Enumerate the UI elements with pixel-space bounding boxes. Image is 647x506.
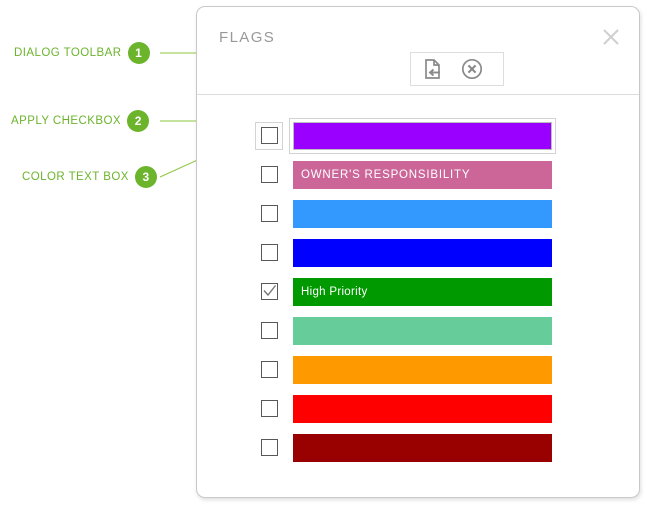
apply-checkbox-1[interactable] bbox=[260, 166, 278, 183]
apply-checkbox-7[interactable] bbox=[260, 400, 278, 417]
apply-checkbox-wrap bbox=[255, 317, 283, 345]
apply-checkbox-2[interactable] bbox=[260, 205, 278, 222]
color-text-box-8[interactable] bbox=[293, 433, 552, 462]
flag-row-1: OWNER'S RESPONSIBILITY bbox=[197, 155, 639, 194]
callout-dialog-toolbar: DIALOG TOOLBAR 1 bbox=[14, 42, 150, 64]
flag-row-6 bbox=[197, 350, 639, 389]
apply-checkbox-wrap bbox=[255, 161, 283, 189]
flag-row-3 bbox=[197, 233, 639, 272]
dialog-title: FLAGS bbox=[219, 29, 276, 46]
color-text-box-7[interactable] bbox=[293, 394, 552, 423]
apply-checkbox-wrap bbox=[255, 121, 283, 150]
flag-row-5 bbox=[197, 311, 639, 350]
apply-checkbox-4[interactable] bbox=[260, 283, 278, 300]
color-text-box-6[interactable] bbox=[293, 355, 552, 384]
apply-checkbox-wrap bbox=[255, 434, 283, 462]
apply-checkbox-wrap bbox=[255, 200, 283, 228]
color-text-box-4[interactable]: High Priority bbox=[293, 277, 552, 306]
color-text-box-0[interactable] bbox=[289, 117, 556, 154]
callout-color-text-box: COLOR TEXT BOX 3 bbox=[22, 166, 157, 188]
apply-checkbox-wrap bbox=[255, 356, 283, 384]
callout-number-badge: 1 bbox=[127, 42, 150, 64]
color-text-box-label: OWNER'S RESPONSIBILITY bbox=[301, 168, 471, 181]
apply-checkbox-8[interactable] bbox=[260, 439, 278, 456]
apply-checkbox-6[interactable] bbox=[260, 361, 278, 378]
apply-checkbox-wrap bbox=[255, 395, 283, 423]
callout-number-badge: 3 bbox=[134, 166, 157, 188]
flags-dialog: FLAGS OWNER'S RESPONSIBILITY High Priori… bbox=[196, 6, 640, 498]
flag-row-2 bbox=[197, 194, 639, 233]
apply-checkbox-3[interactable] bbox=[260, 244, 278, 261]
flag-list: OWNER'S RESPONSIBILITY High Priority bbox=[197, 95, 639, 467]
color-text-box-label: High Priority bbox=[301, 285, 368, 298]
flag-row-0 bbox=[197, 116, 639, 155]
apply-flag-icon[interactable] bbox=[419, 56, 445, 82]
apply-checkbox-5[interactable] bbox=[260, 322, 278, 339]
callout-label: COLOR TEXT BOX bbox=[22, 171, 129, 183]
color-text-box-3[interactable] bbox=[293, 238, 552, 267]
apply-checkbox-0[interactable] bbox=[260, 127, 278, 144]
callout-number-badge: 2 bbox=[127, 110, 150, 132]
flag-row-8 bbox=[197, 428, 639, 467]
apply-checkbox-wrap bbox=[255, 239, 283, 267]
dialog-toolbar bbox=[410, 52, 504, 86]
callout-label: DIALOG TOOLBAR bbox=[14, 47, 122, 59]
dialog-header: FLAGS bbox=[197, 7, 639, 95]
apply-checkbox-wrap bbox=[255, 278, 283, 306]
callout-apply-checkbox: APPLY CHECKBOX 2 bbox=[11, 110, 150, 132]
color-text-box-2[interactable] bbox=[293, 199, 552, 228]
clear-flag-icon[interactable] bbox=[459, 56, 485, 82]
flag-row-4: High Priority bbox=[197, 272, 639, 311]
color-text-box-5[interactable] bbox=[293, 316, 552, 345]
flag-row-7 bbox=[197, 389, 639, 428]
callout-label: APPLY CHECKBOX bbox=[11, 115, 122, 127]
close-icon[interactable] bbox=[597, 23, 625, 51]
color-text-box-1[interactable]: OWNER'S RESPONSIBILITY bbox=[293, 160, 552, 189]
